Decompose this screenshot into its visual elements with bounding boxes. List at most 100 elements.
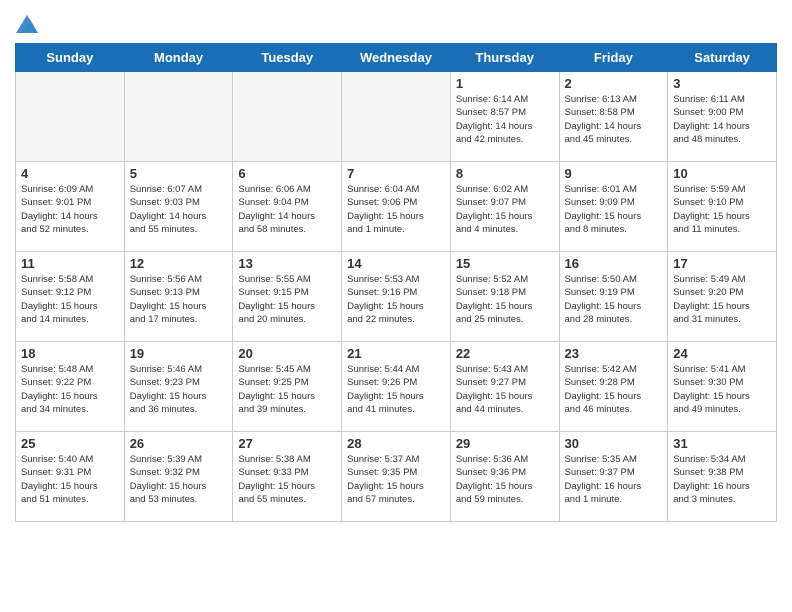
calendar-cell: 11Sunrise: 5:58 AM Sunset: 9:12 PM Dayli… <box>16 252 125 342</box>
day-number: 14 <box>347 256 445 271</box>
calendar-cell: 21 Sunrise: 5:44 AM Sunset: 9:26 PM Dayli… <box>342 342 451 432</box>
calendar-cell: 23 Sunrise: 5:42 AM Sunset: 9:28 PM Dayli… <box>559 342 668 432</box>
page-header <box>15 15 777 33</box>
day-info: Sunrise: 5:49 AM Sunset: 9:20 PM Dayligh… <box>673 273 771 326</box>
calendar-cell: 30 Sunrise: 5:35 AM Sunset: 9:37 PM Dayli… <box>559 432 668 522</box>
day-number: 20 <box>238 346 336 361</box>
calendar-cell: 13 Sunrise: 5:55 AM Sunset: 9:15 PM Dayli… <box>233 252 342 342</box>
day-info: Sunrise: 6:11 AM Sunset: 9:00 PM Dayligh… <box>673 93 771 146</box>
day-number: 19 <box>130 346 228 361</box>
day-number: 24 <box>673 346 771 361</box>
calendar-cell <box>16 72 125 162</box>
calendar-cell <box>342 72 451 162</box>
day-info: Sunrise: 5:50 AM Sunset: 9:19 PM Dayligh… <box>565 273 663 326</box>
calendar-cell: 4Sunrise: 6:09 AM Sunset: 9:01 PM Daylig… <box>16 162 125 252</box>
calendar-cell: 16 Sunrise: 5:50 AM Sunset: 9:19 PM Dayli… <box>559 252 668 342</box>
day-info: Sunrise: 5:44 AM Sunset: 9:26 PM Dayligh… <box>347 363 445 416</box>
day-info: Sunrise: 5:56 AM Sunset: 9:13 PM Dayligh… <box>130 273 228 326</box>
day-header-saturday: Saturday <box>668 44 777 72</box>
day-number: 15 <box>456 256 554 271</box>
day-number: 26 <box>130 436 228 451</box>
day-number: 30 <box>565 436 663 451</box>
week-row-2: 4Sunrise: 6:09 AM Sunset: 9:01 PM Daylig… <box>16 162 777 252</box>
day-number: 22 <box>456 346 554 361</box>
day-number: 2 <box>565 76 663 91</box>
calendar-cell: 14 Sunrise: 5:53 AM Sunset: 9:16 PM Dayli… <box>342 252 451 342</box>
calendar-cell: 6 Sunrise: 6:06 AM Sunset: 9:04 PM Daylig… <box>233 162 342 252</box>
day-info: Sunrise: 5:59 AM Sunset: 9:10 PM Dayligh… <box>673 183 771 236</box>
calendar-cell: 27Sunrise: 5:38 AM Sunset: 9:33 PM Dayli… <box>233 432 342 522</box>
calendar-cell <box>233 72 342 162</box>
day-number: 21 <box>347 346 445 361</box>
day-info: Sunrise: 5:40 AM Sunset: 9:31 PM Dayligh… <box>21 453 119 506</box>
day-info: Sunrise: 6:14 AM Sunset: 8:57 PM Dayligh… <box>456 93 554 146</box>
day-number: 3 <box>673 76 771 91</box>
day-number: 8 <box>456 166 554 181</box>
calendar-cell: 31Sunrise: 5:34 AM Sunset: 9:38 PM Dayli… <box>668 432 777 522</box>
day-header-friday: Friday <box>559 44 668 72</box>
day-info: Sunrise: 6:06 AM Sunset: 9:04 PM Dayligh… <box>238 183 336 236</box>
calendar-cell: 22 Sunrise: 5:43 AM Sunset: 9:27 PM Dayli… <box>450 342 559 432</box>
calendar-cell: 28Sunrise: 5:37 AM Sunset: 9:35 PM Dayli… <box>342 432 451 522</box>
day-info: Sunrise: 5:46 AM Sunset: 9:23 PM Dayligh… <box>130 363 228 416</box>
calendar-cell: 7 Sunrise: 6:04 AM Sunset: 9:06 PM Daylig… <box>342 162 451 252</box>
week-row-3: 11Sunrise: 5:58 AM Sunset: 9:12 PM Dayli… <box>16 252 777 342</box>
logo <box>15 15 43 33</box>
day-number: 31 <box>673 436 771 451</box>
day-header-tuesday: Tuesday <box>233 44 342 72</box>
day-info: Sunrise: 6:04 AM Sunset: 9:06 PM Dayligh… <box>347 183 445 236</box>
day-info: Sunrise: 5:37 AM Sunset: 9:35 PM Dayligh… <box>347 453 445 506</box>
day-info: Sunrise: 5:53 AM Sunset: 9:16 PM Dayligh… <box>347 273 445 326</box>
day-info: Sunrise: 5:38 AM Sunset: 9:33 PM Dayligh… <box>238 453 336 506</box>
calendar-cell: 20Sunrise: 5:45 AM Sunset: 9:25 PM Dayli… <box>233 342 342 432</box>
day-number: 9 <box>565 166 663 181</box>
calendar-cell: 26 Sunrise: 5:39 AM Sunset: 9:32 PM Dayli… <box>124 432 233 522</box>
day-info: Sunrise: 6:07 AM Sunset: 9:03 PM Dayligh… <box>130 183 228 236</box>
day-info: Sunrise: 5:36 AM Sunset: 9:36 PM Dayligh… <box>456 453 554 506</box>
calendar-cell: 25 Sunrise: 5:40 AM Sunset: 9:31 PM Dayli… <box>16 432 125 522</box>
calendar-cell: 18Sunrise: 5:48 AM Sunset: 9:22 PM Dayli… <box>16 342 125 432</box>
day-info: Sunrise: 5:35 AM Sunset: 9:37 PM Dayligh… <box>565 453 663 506</box>
calendar-cell: 29 Sunrise: 5:36 AM Sunset: 9:36 PM Dayli… <box>450 432 559 522</box>
week-row-1: 1 Sunrise: 6:14 AM Sunset: 8:57 PM Daylig… <box>16 72 777 162</box>
week-row-4: 18Sunrise: 5:48 AM Sunset: 9:22 PM Dayli… <box>16 342 777 432</box>
calendar-cell <box>124 72 233 162</box>
week-row-5: 25 Sunrise: 5:40 AM Sunset: 9:31 PM Dayli… <box>16 432 777 522</box>
day-info: Sunrise: 6:01 AM Sunset: 9:09 PM Dayligh… <box>565 183 663 236</box>
day-info: Sunrise: 5:41 AM Sunset: 9:30 PM Dayligh… <box>673 363 771 416</box>
day-number: 17 <box>673 256 771 271</box>
day-number: 1 <box>456 76 554 91</box>
day-info: Sunrise: 5:43 AM Sunset: 9:27 PM Dayligh… <box>456 363 554 416</box>
day-number: 11 <box>21 256 119 271</box>
day-number: 7 <box>347 166 445 181</box>
day-number: 29 <box>456 436 554 451</box>
day-number: 13 <box>238 256 336 271</box>
day-number: 23 <box>565 346 663 361</box>
day-info: Sunrise: 5:42 AM Sunset: 9:28 PM Dayligh… <box>565 363 663 416</box>
day-header-row: SundayMondayTuesdayWednesdayThursdayFrid… <box>16 44 777 72</box>
logo-icon <box>16 15 38 33</box>
day-info: Sunrise: 5:39 AM Sunset: 9:32 PM Dayligh… <box>130 453 228 506</box>
calendar-cell: 3 Sunrise: 6:11 AM Sunset: 9:00 PM Daylig… <box>668 72 777 162</box>
calendar-cell: 1 Sunrise: 6:14 AM Sunset: 8:57 PM Daylig… <box>450 72 559 162</box>
day-number: 18 <box>21 346 119 361</box>
day-header-sunday: Sunday <box>16 44 125 72</box>
day-header-monday: Monday <box>124 44 233 72</box>
day-info: Sunrise: 5:55 AM Sunset: 9:15 PM Dayligh… <box>238 273 336 326</box>
day-number: 16 <box>565 256 663 271</box>
calendar-cell: 17 Sunrise: 5:49 AM Sunset: 9:20 PM Dayli… <box>668 252 777 342</box>
calendar-cell: 2 Sunrise: 6:13 AM Sunset: 8:58 PM Daylig… <box>559 72 668 162</box>
calendar-cell: 15Sunrise: 5:52 AM Sunset: 9:18 PM Dayli… <box>450 252 559 342</box>
day-header-thursday: Thursday <box>450 44 559 72</box>
day-number: 4 <box>21 166 119 181</box>
calendar-cell: 9 Sunrise: 6:01 AM Sunset: 9:09 PM Daylig… <box>559 162 668 252</box>
day-info: Sunrise: 6:13 AM Sunset: 8:58 PM Dayligh… <box>565 93 663 146</box>
calendar-cell: 10 Sunrise: 5:59 AM Sunset: 9:10 PM Dayli… <box>668 162 777 252</box>
day-number: 10 <box>673 166 771 181</box>
calendar-table: SundayMondayTuesdayWednesdayThursdayFrid… <box>15 43 777 522</box>
calendar-cell: 19 Sunrise: 5:46 AM Sunset: 9:23 PM Dayli… <box>124 342 233 432</box>
calendar-cell: 24 Sunrise: 5:41 AM Sunset: 9:30 PM Dayli… <box>668 342 777 432</box>
day-number: 25 <box>21 436 119 451</box>
day-number: 6 <box>238 166 336 181</box>
calendar-cell: 5Sunrise: 6:07 AM Sunset: 9:03 PM Daylig… <box>124 162 233 252</box>
